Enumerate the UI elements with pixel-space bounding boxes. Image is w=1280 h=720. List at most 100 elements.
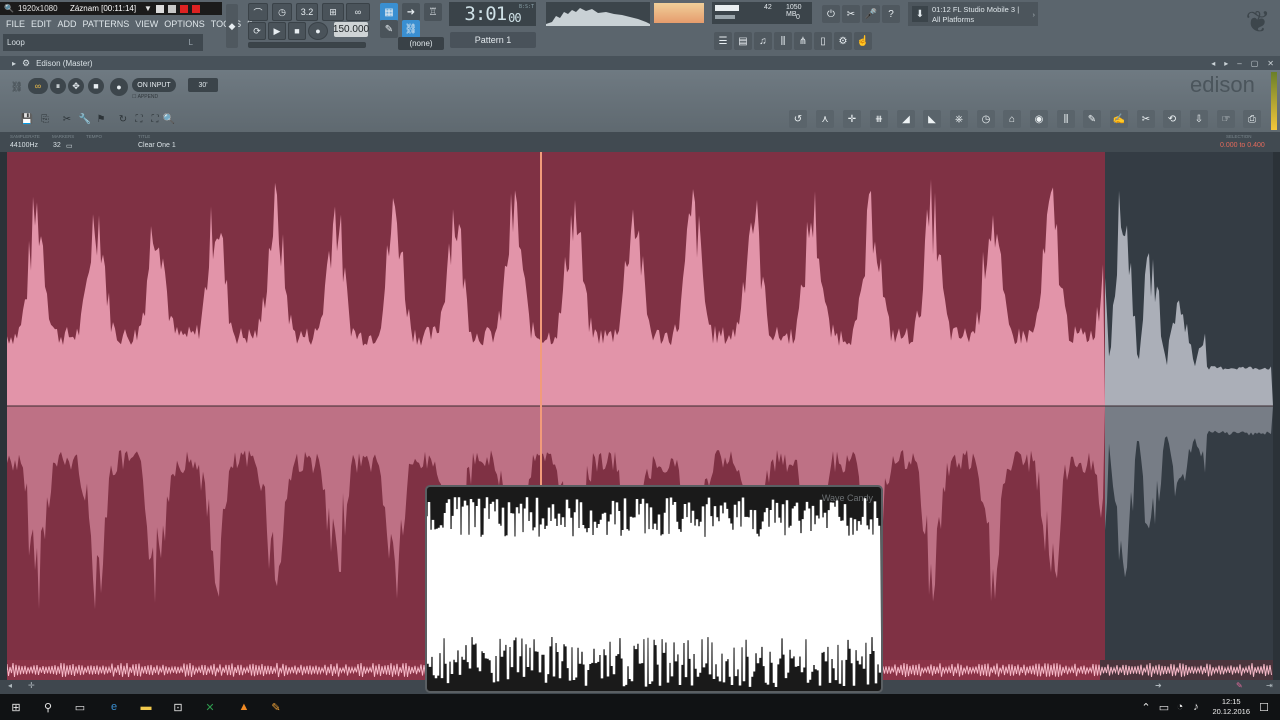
minimize-icon[interactable]: – [1237,59,1241,68]
loop-icon[interactable]: ⟲ [1163,110,1181,128]
undo-history-icon[interactable]: ⏻ [822,5,840,23]
zoom-plus-icon[interactable]: ✛ [28,681,35,690]
drag-icon[interactable]: ☞ [1217,110,1235,128]
fl-studio-taskbar-icon[interactable]: ✎ [266,698,286,716]
pencil-icon[interactable]: ✎ [1083,110,1101,128]
stop-playback-button[interactable]: ■ [88,78,104,94]
marker-icon-2[interactable]: ▭ [66,142,73,150]
camera-icon[interactable] [155,4,164,13]
menu-options[interactable]: OPTIONS [164,19,205,29]
gear-icon[interactable]: ⚙ [22,58,30,69]
scroll-left-icon[interactable]: ◂ [8,681,12,690]
next-icon[interactable]: ▸ [1224,59,1228,68]
split-icon[interactable]: ⧻ [870,110,888,128]
countdown-icon[interactable]: 3.2 [296,3,318,21]
volume-icon[interactable]: ♪ [1186,698,1206,716]
master-pitch-icon[interactable]: ◆ [226,4,238,48]
notifications-icon[interactable]: ☐ [1254,698,1274,716]
mic-record-icon[interactable]: ⎙ [1243,110,1261,128]
eq-icon[interactable]: ⫼ [1057,110,1075,128]
record-icon[interactable] [191,4,200,13]
scroll-right-icon[interactable]: ➜ [1155,681,1162,690]
record-audio-button[interactable]: ● [110,78,128,96]
save-icon[interactable]: 💾 [18,110,36,128]
song-time-display[interactable]: 3:01 00 B:S:T [449,2,536,26]
samplerate-value[interactable]: 44100Hz [10,142,38,149]
stop-button[interactable]: ■ [288,22,306,40]
microphone-icon[interactable]: 🎤 [862,5,880,23]
menu-patterns[interactable]: PATTERNS [83,19,130,29]
pause-button[interactable]: ⏸ [50,78,66,94]
browser-icon[interactable]: ⋔ [794,32,812,50]
plugin-picker-icon[interactable]: ⚙ [834,32,852,50]
tray-chevron-icon[interactable]: ⌃ [1136,698,1156,716]
store-icon[interactable]: ⊡ [168,698,188,716]
master-volume-slider[interactable] [248,42,366,48]
dropdown-icon[interactable]: ▼ [144,4,152,13]
play-selection-button[interactable]: ✥ [68,78,84,94]
reverse-icon[interactable]: ↺ [789,110,807,128]
noise-icon[interactable]: ⌂ [1003,110,1021,128]
download-icon[interactable]: ⬇ [912,6,928,22]
edison-titlebar[interactable]: ▸ ⚙ Edison (Master) ◂ ▸ – ▢ ✕ [0,56,1280,70]
drop-icon[interactable]: ◉ [1030,110,1048,128]
menu-file[interactable]: FILE [6,19,25,29]
wait-input-icon[interactable]: ◷ [272,3,292,21]
run-script-icon[interactable]: ⎈ [950,110,968,128]
menu-add[interactable]: ADD [58,19,77,29]
search-icon[interactable]: ⚲ [38,698,58,716]
channel-rack-icon[interactable]: ▤ [734,32,752,50]
maximize-icon[interactable]: ▢ [1251,59,1259,68]
blend-notes-icon[interactable]: ∞ [346,3,370,21]
fade-in-icon[interactable]: ◢ [897,110,915,128]
menu-view[interactable]: VIEW [135,19,158,29]
piano-icon[interactable]: ♖ [424,3,442,21]
touch-keyboard-icon[interactable]: ☝ [854,32,872,50]
collapse-arrow-icon[interactable]: ▸ [12,59,16,68]
stop-record-icon[interactable] [179,4,188,13]
menu-edit[interactable]: EDIT [31,19,52,29]
play-button[interactable]: ▶ [268,22,286,40]
slicer-icon[interactable]: ✂ [1137,110,1155,128]
record-button[interactable]: ● [308,22,328,40]
windows-start-icon[interactable]: ⊞ [6,698,26,716]
draw-envelope-icon[interactable]: ✎ [1236,681,1243,690]
news-panel[interactable]: ⬇ 01:12 FL Studio Mobile 3 | All Platfor… [908,2,1038,26]
marker-icon[interactable]: ⚑ [92,110,110,128]
link-chain-icon[interactable]: ⛓ [8,78,26,96]
playlist-arrow-icon[interactable]: ➜ [402,3,420,21]
pattern-song-icon[interactable]: ▦ [380,3,398,21]
close-icon[interactable]: ✕ [1267,59,1274,68]
metronome-icon[interactable]: ⌒ [248,3,268,21]
pattern-selector[interactable]: Pattern 1 [450,32,536,48]
loop-mode-icon[interactable]: ⟳ [248,22,266,40]
file-explorer-icon[interactable]: ▬ [136,698,156,716]
markers-value[interactable]: 32 [53,142,61,149]
export-icon[interactable]: ⇩ [1190,110,1208,128]
copy-icon[interactable]: ⎘ [36,110,54,128]
title-value[interactable]: Clear One 1 [138,142,176,149]
end-icon[interactable]: ⇥ [1266,681,1273,690]
pause-icon[interactable] [167,4,176,13]
clock-icon[interactable]: ◷ [977,110,995,128]
loop-record-button[interactable]: ∞ [28,78,48,94]
pitch-icon[interactable]: ⋏ [816,110,834,128]
snap-selector[interactable]: (none) [398,37,444,50]
cut-icon[interactable]: ✂ [842,5,860,23]
playlist-icon[interactable]: ☰ [714,32,732,50]
fade-out-icon[interactable]: ◣ [923,110,941,128]
on-input-mode[interactable]: ON INPUT [132,78,176,92]
draw-icon[interactable]: ✎ [380,20,398,38]
task-view-icon[interactable]: ▭ [70,698,90,716]
vlc-icon[interactable]: ▲ [234,698,254,716]
link-icon[interactable]: ⛓ [402,20,420,38]
stretch-icon[interactable]: ✛ [843,110,861,128]
tempo-display[interactable]: 150.000 [333,22,369,37]
scissors-icon[interactable]: ✂ [58,110,76,128]
append-option[interactable]: ☐ APPEND [132,94,158,100]
step-edit-icon[interactable]: ⊞ [322,3,344,21]
edge-browser-icon[interactable]: e [104,698,124,716]
help-icon[interactable]: ? [882,5,900,23]
zoom-icon-2[interactable]: 🔍 [160,110,178,128]
project-icon[interactable]: ▯ [814,32,832,50]
